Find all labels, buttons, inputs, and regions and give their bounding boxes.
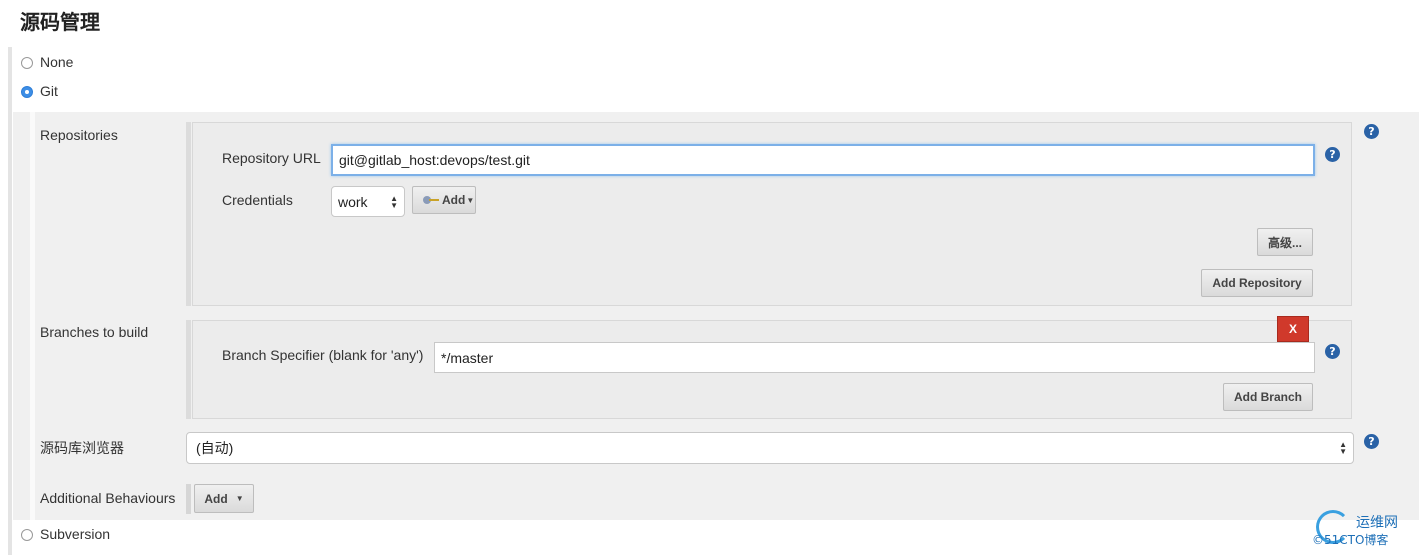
watermark-line2: ©51CTO博客 <box>1312 533 1389 547</box>
repositories-rail <box>186 122 191 306</box>
repository-url-value: git@gitlab_host:devops/test.git <box>339 152 530 168</box>
credentials-value: work <box>338 193 368 210</box>
branch-specifier-value: */master <box>441 349 494 366</box>
radio-subversion-label[interactable]: Subversion <box>40 526 110 542</box>
page-title: 源码管理 <box>20 10 100 34</box>
repository-browser-help-icon[interactable]: ? <box>1364 434 1379 449</box>
radio-git[interactable] <box>21 86 33 98</box>
branches-label: Branches to build <box>40 324 149 340</box>
add-branch-button[interactable]: Add Branch <box>1223 383 1313 411</box>
add-behaviour-label: Add <box>204 491 228 506</box>
branch-specifier-label: Branch Specifier (blank for 'any') <box>222 347 424 363</box>
repository-url-help-icon[interactable]: ? <box>1325 147 1340 162</box>
caret-down-icon: ▼ <box>235 494 244 503</box>
section-rail <box>8 47 12 555</box>
select-arrows-icon: ▲ ▼ <box>1339 440 1347 456</box>
repositories-help-icon[interactable]: ? <box>1364 124 1379 139</box>
additional-behaviours-label: Additional Behaviours <box>40 490 176 506</box>
add-repository-button[interactable]: Add Repository <box>1201 269 1313 297</box>
radio-none[interactable] <box>21 57 33 69</box>
add-credentials-button[interactable]: Add ▼ <box>412 186 476 214</box>
advanced-button[interactable]: 高级... <box>1257 228 1313 256</box>
add-behaviour-button[interactable]: Add ▼ <box>194 484 254 513</box>
credentials-select[interactable]: work ▲ ▼ <box>331 186 405 217</box>
repository-url-input[interactable]: git@gitlab_host:devops/test.git <box>331 144 1315 176</box>
branch-specifier-input[interactable]: */master <box>434 342 1315 373</box>
watermark-line1: 运维网 <box>1356 515 1398 531</box>
git-config-rail <box>30 112 35 520</box>
radio-subversion[interactable] <box>21 529 33 541</box>
branches-rail <box>186 320 191 419</box>
delete-branch-button[interactable]: X <box>1277 316 1309 342</box>
credentials-label: Credentials <box>222 192 293 208</box>
select-arrows-icon: ▲ ▼ <box>390 193 398 210</box>
repository-browser-select[interactable]: (自动) ▲ ▼ <box>186 432 1354 464</box>
repository-browser-value: (自动) <box>196 440 234 456</box>
repository-browser-label: 源码库浏览器 <box>40 440 124 456</box>
add-credentials-label: Add <box>442 193 466 207</box>
radio-none-label[interactable]: None <box>40 54 73 70</box>
repositories-label: Repositories <box>40 127 118 143</box>
caret-down-icon: ▼ <box>466 195 475 205</box>
branch-specifier-help-icon[interactable]: ? <box>1325 344 1340 359</box>
radio-git-label[interactable]: Git <box>40 83 58 99</box>
key-icon <box>423 196 439 204</box>
behaviours-rail <box>186 484 191 514</box>
repository-url-label: Repository URL <box>222 150 321 166</box>
